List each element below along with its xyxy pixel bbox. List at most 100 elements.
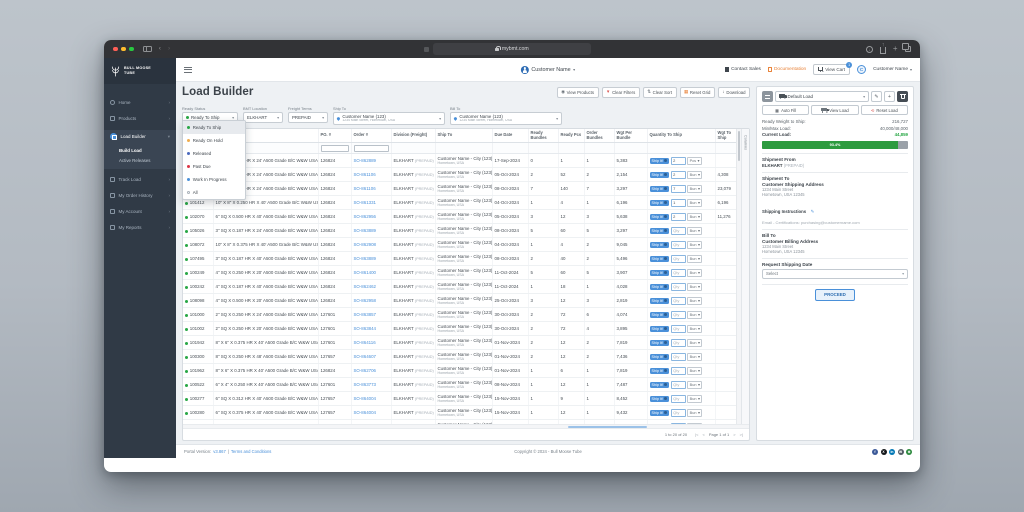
order-link[interactable]: SO-862908 bbox=[354, 242, 376, 247]
unit-select[interactable]: Bun▾ bbox=[687, 213, 702, 222]
ship-to-select[interactable]: Customer Name (123) 1234 Main Street, Ho… bbox=[333, 112, 445, 125]
qty-input[interactable] bbox=[671, 381, 686, 389]
qty-input[interactable] bbox=[671, 241, 686, 249]
qty-input[interactable] bbox=[671, 395, 686, 403]
contact-sales-link[interactable]: Contact Sales bbox=[725, 67, 761, 72]
user-menu[interactable]: Customer Name ▾ bbox=[873, 67, 912, 72]
status-option-ready-to-ship[interactable]: Ready To Ship bbox=[183, 121, 245, 134]
order-filter-input[interactable] bbox=[354, 145, 389, 152]
order-link[interactable]: SO-862956 bbox=[354, 214, 376, 219]
unit-select[interactable]: Bun▾ bbox=[687, 199, 702, 208]
view-cart-button[interactable]: View Cart 1 bbox=[813, 64, 850, 75]
globe-icon[interactable]: ⊕ bbox=[906, 449, 912, 455]
qty-input[interactable] bbox=[671, 157, 686, 165]
sidebar-item-my-order-history[interactable]: My Order History› bbox=[104, 189, 176, 202]
order-link[interactable]: SO-861106 bbox=[354, 186, 376, 191]
unit-select[interactable]: Pcs▾ bbox=[687, 157, 702, 166]
download-button[interactable]: ↓Download bbox=[718, 87, 750, 98]
unit-select[interactable]: Bun▾ bbox=[687, 283, 702, 292]
qty-input[interactable] bbox=[671, 367, 686, 375]
qty-input[interactable] bbox=[671, 297, 686, 305]
downloads-icon[interactable]: ↓ bbox=[866, 46, 873, 53]
ship-it-button[interactable]: Ship It! bbox=[650, 354, 670, 360]
facebook-icon[interactable]: f bbox=[872, 449, 878, 455]
unit-select[interactable]: Bun▾ bbox=[687, 241, 702, 250]
ship-it-button[interactable]: Ship It! bbox=[650, 410, 670, 416]
qty-input[interactable] bbox=[671, 325, 686, 333]
delete-load-button[interactable] bbox=[897, 91, 908, 102]
next-page-button[interactable]: > bbox=[733, 432, 735, 437]
ship-it-button[interactable]: Ship It! bbox=[650, 200, 670, 206]
vertical-scrollbar[interactable] bbox=[736, 129, 741, 424]
ship-it-button[interactable]: Ship It! bbox=[650, 158, 670, 164]
unit-select[interactable]: Bun▾ bbox=[687, 255, 702, 264]
auto-fill-button[interactable]: ▦Auto Fill bbox=[762, 105, 809, 115]
column-header-order-bundles[interactable]: Order Bundles bbox=[584, 129, 614, 143]
order-link[interactable]: SO-862889 bbox=[354, 158, 376, 163]
order-link[interactable]: SO-861400 bbox=[354, 270, 376, 275]
unit-select[interactable]: Bun▾ bbox=[687, 353, 702, 362]
browser-forward-icon[interactable]: › bbox=[168, 46, 170, 53]
last-page-button[interactable]: >| bbox=[740, 432, 743, 437]
tab-overview-icon[interactable] bbox=[905, 46, 912, 53]
sidebar-item-load-builder[interactable]: Load Builder▾ bbox=[104, 130, 176, 143]
proceed-button[interactable]: PROCEED bbox=[815, 289, 855, 301]
qty-input[interactable] bbox=[671, 227, 686, 235]
sidebar-item-products[interactable]: Products› bbox=[104, 112, 176, 125]
order-link[interactable]: SO-862706 bbox=[354, 368, 376, 373]
unit-select[interactable]: Bun▾ bbox=[687, 325, 702, 334]
edit-load-button[interactable]: ✎ bbox=[871, 91, 882, 102]
qty-input[interactable] bbox=[671, 283, 686, 291]
order-link[interactable]: SO-863889 bbox=[354, 256, 376, 261]
horizontal-scrollbar[interactable] bbox=[183, 424, 749, 428]
freight-terms-select[interactable]: PREPAID ▾ bbox=[288, 112, 328, 123]
column-header-division-freight[interactable]: Division (Freight) bbox=[391, 129, 435, 143]
load-select[interactable]: Default Load ▾ bbox=[775, 91, 869, 102]
order-link[interactable]: SO-863857 bbox=[354, 312, 376, 317]
column-header-order[interactable]: Order # bbox=[351, 129, 391, 143]
order-link[interactable]: SO-863844 bbox=[354, 326, 376, 331]
qty-input[interactable] bbox=[671, 255, 686, 263]
order-link[interactable]: SO-863889 bbox=[354, 228, 376, 233]
add-load-button[interactable]: + bbox=[884, 91, 895, 102]
unit-select[interactable]: Bun▾ bbox=[687, 269, 702, 278]
ship-it-button[interactable]: Ship It! bbox=[650, 242, 670, 248]
qty-input[interactable] bbox=[671, 213, 686, 221]
email-icon[interactable]: ✉ bbox=[898, 449, 904, 455]
new-tab-icon[interactable]: + bbox=[893, 45, 898, 53]
column-header-po[interactable]: PO. # bbox=[318, 129, 351, 143]
order-link[interactable]: SO-862462 bbox=[354, 284, 376, 289]
order-link[interactable]: SO-862958 bbox=[354, 298, 376, 303]
clear-sort-button[interactable]: ⇅Clear Sort bbox=[643, 87, 677, 98]
customer-selector[interactable]: Customer Name ▾ bbox=[521, 66, 575, 74]
order-link[interactable]: SO-864116 bbox=[354, 340, 376, 345]
order-link[interactable]: SO-864607 bbox=[354, 354, 376, 359]
unit-select[interactable]: Bun▾ bbox=[687, 339, 702, 348]
avatar[interactable]: C bbox=[857, 65, 866, 74]
column-header-due-date[interactable]: Due Date bbox=[492, 129, 528, 143]
ship-it-button[interactable]: Ship It! bbox=[650, 228, 670, 234]
column-header-wgt-per-bundle[interactable]: Wgt Per Bundle bbox=[614, 129, 647, 143]
terms-link[interactable]: Terms and Conditions bbox=[231, 449, 272, 454]
status-option-past-due[interactable]: Past Due bbox=[183, 160, 245, 173]
unit-select[interactable]: Bun▾ bbox=[687, 297, 702, 306]
sidebar-item-track-load[interactable]: Track Load› bbox=[104, 173, 176, 186]
browser-back-icon[interactable]: ‹ bbox=[159, 46, 161, 53]
order-link[interactable]: SO-864004 bbox=[354, 396, 376, 401]
browser-sidebar-icon[interactable] bbox=[143, 46, 152, 53]
prev-page-button[interactable]: < bbox=[702, 432, 704, 437]
sidebar-item-my-account[interactable]: My Account› bbox=[104, 205, 176, 218]
ship-it-button[interactable]: Ship It! bbox=[650, 312, 670, 318]
qty-input[interactable] bbox=[671, 269, 686, 277]
clear-filters-button[interactable]: ▼Clear Filters bbox=[602, 87, 640, 98]
ship-it-button[interactable]: Ship It! bbox=[650, 298, 670, 304]
order-link[interactable]: SO-863773 bbox=[354, 382, 376, 387]
unit-select[interactable]: Bun▾ bbox=[687, 409, 702, 418]
load-menu-button[interactable] bbox=[762, 91, 773, 102]
qty-input[interactable] bbox=[671, 339, 686, 347]
unit-select[interactable]: Bun▾ bbox=[687, 381, 702, 390]
ship-it-button[interactable]: Ship It! bbox=[650, 172, 670, 178]
column-header-quantity-to-ship[interactable]: Quantity To Ship bbox=[647, 129, 715, 143]
order-link[interactable]: SO-864004 bbox=[354, 410, 376, 415]
status-option-ready-on-hold[interactable]: Ready On Hold bbox=[183, 134, 245, 147]
